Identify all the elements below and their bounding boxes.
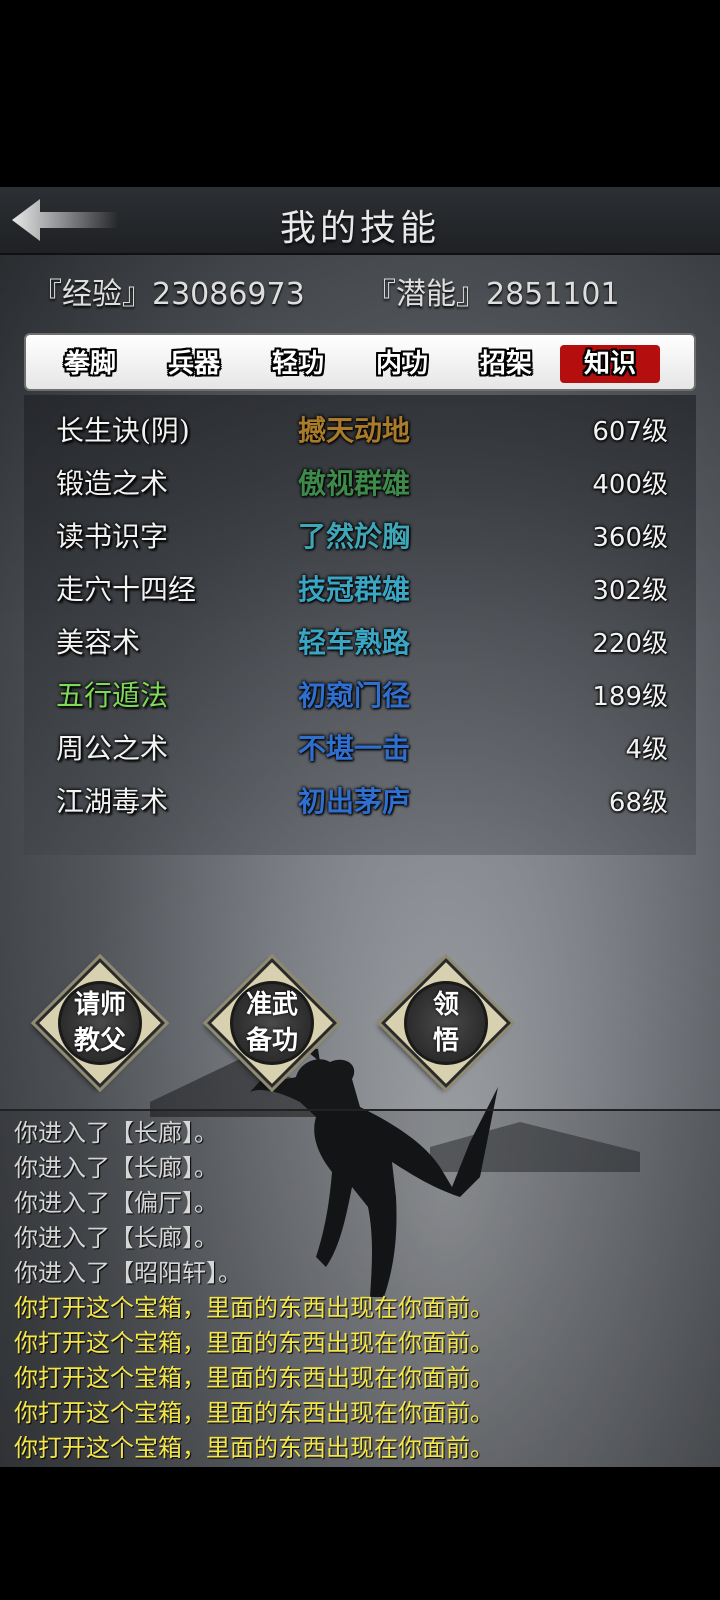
skill-name: 走穴十四经 [56, 573, 197, 606]
button-label: 准武 备功 [245, 990, 298, 1056]
skill-level: 189级 [592, 682, 668, 712]
skill-row[interactable]: 长生诀(阴) 撼天动地 607级 [24, 405, 696, 457]
message-log[interactable]: 你进入了【长廊】。 你进入了【长廊】。 你进入了【偏厅】。 你进入了【长廊】。 … [0, 1109, 720, 1467]
tab-weapon[interactable]: 兵器 [144, 345, 244, 383]
tab-lightness[interactable]: 轻功 [248, 345, 348, 383]
log-line: 你进入了【长廊】。 [14, 1224, 218, 1252]
skill-row[interactable]: 走穴十四经 技冠群雄 302级 [24, 564, 696, 616]
skill-row[interactable]: 五行遁法 初窥门径 189级 [24, 670, 696, 722]
potential-stat: 『潜能』2851101 [366, 277, 620, 312]
skill-name: 周公之术 [56, 732, 169, 765]
log-line: 你进入了【长廊】。 [14, 1119, 218, 1147]
skill-name: 江湖毒术 [56, 785, 169, 818]
skill-name: 锻造之术 [56, 467, 169, 500]
tab-parry[interactable]: 招架 [456, 345, 556, 383]
log-line: 你打开这个宝箱，里面的东西出现在你面前。 [14, 1364, 494, 1392]
skill-rank: 技冠群雄 [298, 573, 411, 606]
skill-rank: 轻车熟路 [298, 626, 411, 659]
page-title: 我的技能 [279, 208, 440, 249]
skill-name: 长生诀(阴) [56, 414, 190, 447]
tab-knowledge[interactable]: 知识 [560, 345, 660, 383]
log-line: 你打开这个宝箱，里面的东西出现在你面前。 [14, 1329, 494, 1357]
tab-fist[interactable]: 拳脚 [40, 345, 140, 383]
skill-level: 360级 [592, 523, 668, 553]
skill-list: 长生诀(阴) 撼天动地 607级 锻造之术 傲视群雄 400级 读书识字 了然於… [24, 395, 696, 855]
game-screen: 我的技能 『经验』23086973 『潜能』2851101 拳脚 兵器 轻功 内… [0, 187, 720, 1467]
skill-row[interactable]: 美容术 轻车熟路 220级 [24, 617, 696, 669]
skill-level: 4级 [625, 735, 668, 765]
skill-rank: 了然於胸 [298, 520, 411, 553]
log-line: 你进入了【昭阳轩】。 [14, 1259, 242, 1287]
skill-rank: 不堪一击 [298, 732, 411, 765]
skill-level: 220级 [592, 629, 668, 659]
comprehend-button[interactable]: 领 悟 [380, 957, 512, 1089]
skill-row[interactable]: 读书识字 了然於胸 360级 [24, 511, 696, 563]
log-line: 你打开这个宝箱，里面的东西出现在你面前。 [14, 1399, 494, 1427]
skill-name: 读书识字 [56, 520, 169, 553]
button-label: 请师 教父 [73, 990, 126, 1056]
skill-level: 607级 [592, 417, 668, 447]
skill-rank: 初窥门径 [298, 679, 411, 712]
skill-name: 五行遁法 [56, 679, 169, 712]
skill-rank: 撼天动地 [298, 414, 411, 447]
log-line: 你进入了【偏厅】。 [14, 1189, 218, 1217]
skill-level: 68级 [608, 788, 668, 818]
skill-name: 美容术 [56, 626, 141, 659]
tab-inner-force[interactable]: 内功 [352, 345, 452, 383]
header-bar: 我的技能 [0, 187, 720, 255]
skill-level: 400级 [592, 470, 668, 500]
skill-row[interactable]: 锻造之术 傲视群雄 400级 [24, 458, 696, 510]
experience-stat: 『经验』23086973 [32, 277, 305, 312]
log-line: 你进入了【长廊】。 [14, 1154, 218, 1182]
log-line: 你打开这个宝箱，里面的东西出现在你面前。 [14, 1434, 494, 1462]
button-label: 领 悟 [432, 990, 459, 1056]
request-master-button[interactable]: 请师 教父 [34, 957, 166, 1089]
log-line: 你打开这个宝箱，里面的东西出现在你面前。 [14, 1294, 494, 1322]
skill-rank: 傲视群雄 [298, 467, 411, 500]
skill-row[interactable]: 江湖毒术 初出茅庐 68级 [24, 776, 696, 828]
skill-level: 302级 [592, 576, 668, 606]
skill-rank: 初出茅庐 [298, 785, 411, 818]
prepare-skill-button[interactable]: 准武 备功 [206, 957, 338, 1089]
skill-category-tabs: 拳脚 兵器 轻功 内功 招架 知识 [24, 333, 696, 391]
skill-row[interactable]: 周公之术 不堪一击 4级 [24, 723, 696, 775]
